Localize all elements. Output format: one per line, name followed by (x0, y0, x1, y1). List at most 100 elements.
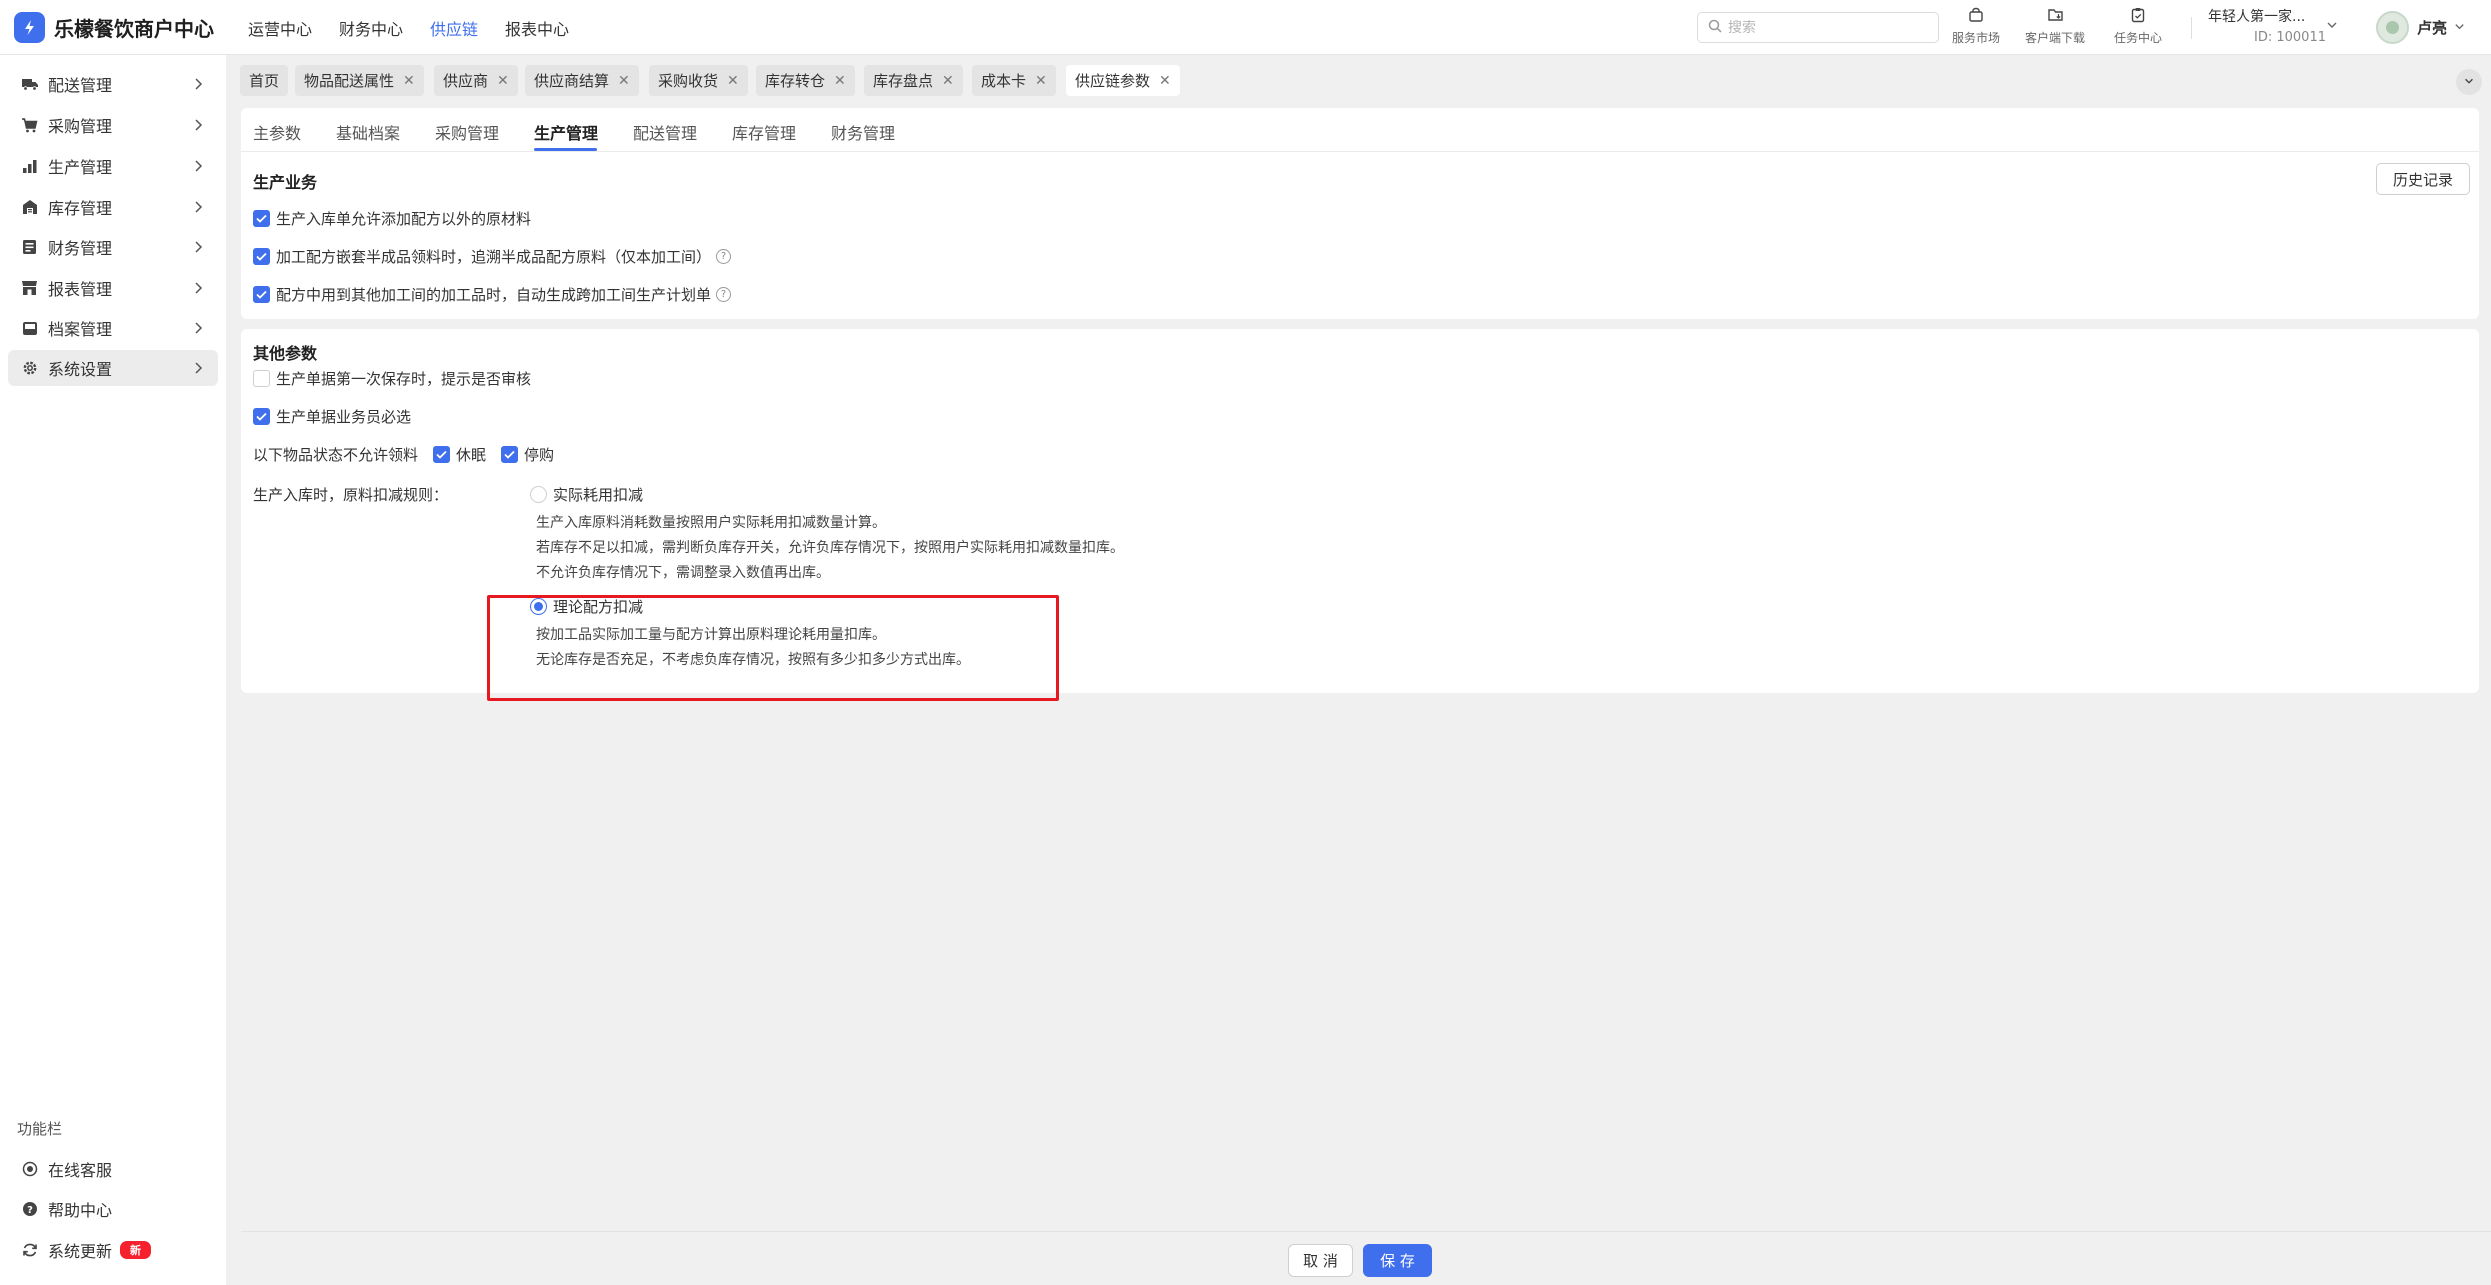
headset-icon (20, 1160, 39, 1179)
tab-item-delivery-attributes[interactable]: 物品配送属性 ✕ (295, 65, 424, 96)
rule-actual-consumption[interactable]: 实际耗用扣减 (530, 484, 643, 505)
tab-supplier[interactable]: 供应商 ✕ (434, 65, 518, 96)
save-button[interactable]: 保 存 (1363, 1244, 1432, 1277)
sidebar-item-label: 系统更新 (48, 1242, 113, 1261)
sidebar-item-system-update[interactable]: 系统更新 新 (8, 1232, 218, 1268)
option-prompt-audit[interactable]: 生产单据第一次保存时，提示是否审核 (253, 368, 531, 389)
chevron-right-icon (192, 199, 204, 218)
cancel-button[interactable]: 取 消 (1288, 1244, 1353, 1277)
search-input[interactable] (1728, 19, 1928, 36)
app-logo[interactable]: 乐檬餐饮商户中心 (14, 12, 214, 43)
user-name: 卢亮 (2417, 19, 2448, 37)
user-menu[interactable]: 卢亮 (2376, 11, 2466, 44)
subtab-main-params[interactable]: 主参数 (253, 120, 301, 144)
checkbox-checked[interactable] (253, 210, 270, 227)
sidebar-item-inventory[interactable]: 库存管理 (8, 189, 218, 225)
checkbox-checked[interactable] (253, 408, 270, 425)
sidebar-item-archives[interactable]: 档案管理 (8, 310, 218, 346)
chevron-down-icon (2453, 19, 2466, 37)
topnav-operations[interactable]: 运营中心 (248, 16, 312, 40)
function-bar-title: 功能栏 (17, 1120, 63, 1138)
close-icon[interactable]: ✕ (1159, 73, 1171, 89)
subtab-delivery[interactable]: 配送管理 (633, 120, 697, 144)
app-title: 乐檬餐饮商户中心 (54, 17, 214, 41)
chevron-right-icon (192, 360, 204, 379)
client-download-button[interactable]: 客户端下载 (2025, 7, 2085, 46)
sidebar-item-label: 配送管理 (48, 76, 113, 95)
sidebar-item-help-center[interactable]: ? 帮助中心 (8, 1191, 218, 1227)
close-icon[interactable]: ✕ (1035, 73, 1047, 89)
help-tooltip-icon[interactable]: ? (716, 249, 732, 264)
option-allow-extra-materials[interactable]: 生产入库单允许添加配方以外的原材料 (253, 208, 531, 229)
subtab-production[interactable]: 生产管理 (534, 120, 598, 144)
tab-supply-chain-params[interactable]: 供应链参数 ✕ (1066, 65, 1180, 96)
close-icon[interactable]: ✕ (834, 73, 846, 89)
sidebar-item-purchase[interactable]: 采购管理 (8, 107, 218, 143)
checkbox-checked[interactable] (253, 248, 270, 265)
sidebar-item-delivery[interactable]: 配送管理 (8, 66, 218, 102)
close-icon[interactable]: ✕ (403, 73, 415, 89)
tab-purchase-receipt[interactable]: 采购收货 ✕ (649, 65, 748, 96)
task-center-button[interactable]: 任务中心 (2114, 7, 2162, 46)
annotation-highlight-box (487, 595, 1059, 701)
history-button[interactable]: 历史记录 (2376, 163, 2470, 195)
status-stop-purchase-option[interactable]: 停购 (501, 444, 554, 465)
option-label: 加工配方嵌套半成品领料时，追溯半成品配方原料（仅本加工间） (276, 248, 712, 266)
tab-label: 库存盘点 (873, 72, 934, 90)
topnav-reports[interactable]: 报表中心 (505, 16, 569, 40)
sidebar-item-finance[interactable]: 财务管理 (8, 229, 218, 265)
option-label: 生产入库单允许添加配方以外的原材料 (276, 210, 532, 228)
checkbox-checked[interactable] (433, 446, 451, 463)
close-icon[interactable]: ✕ (497, 73, 509, 89)
description-line: 生产入库原料消耗数量按照用户实际耗用扣减数量计算。 (536, 515, 886, 531)
truck-icon (20, 75, 39, 94)
description-line: 不允许负库存情况下，需调整录入数值再出库。 (536, 565, 830, 581)
sidebar-item-online-service[interactable]: 在线客服 (8, 1151, 218, 1187)
tab-home[interactable]: 首页 (240, 65, 289, 96)
store-icon (20, 279, 39, 298)
checkbox-checked[interactable] (253, 286, 270, 303)
tab-supplier-settlement[interactable]: 供应商结算 ✕ (525, 65, 639, 96)
topnav-supply-chain[interactable]: 供应链 (430, 16, 478, 40)
tabs-collapse-button[interactable] (2456, 69, 2482, 95)
tab-stock-transfer[interactable]: 库存转仓 ✕ (756, 65, 855, 96)
option-require-salesperson[interactable]: 生产单据业务员必选 (253, 406, 411, 427)
subtab-purchase[interactable]: 采购管理 (435, 120, 499, 144)
chevron-down-icon[interactable] (2325, 18, 2339, 36)
service-market-button[interactable]: 服务市场 (1952, 7, 2000, 46)
clipboard-icon (2131, 7, 2145, 29)
sidebar-item-label: 帮助中心 (48, 1201, 113, 1220)
checkbox-unchecked[interactable] (253, 370, 270, 387)
close-icon[interactable]: ✕ (618, 73, 630, 89)
subtab-finance[interactable]: 财务管理 (831, 120, 895, 144)
task-center-label: 任务中心 (2114, 31, 2163, 45)
sidebar-item-settings[interactable]: 系统设置 (8, 350, 218, 386)
tab-label: 物品配送属性 (304, 72, 395, 90)
avatar (2376, 11, 2409, 44)
tab-label: 供应商结算 (534, 72, 610, 90)
checkbox-checked[interactable] (501, 446, 519, 463)
search-box[interactable] (1697, 12, 1939, 43)
sidebar-item-production[interactable]: 生产管理 (8, 148, 218, 184)
tab-stock-count[interactable]: 库存盘点 ✕ (864, 65, 963, 96)
close-icon[interactable]: ✕ (727, 73, 739, 89)
chevron-right-icon (192, 280, 204, 299)
tab-cost-card[interactable]: 成本卡 ✕ (972, 65, 1056, 96)
option-trace-semi-product[interactable]: 加工配方嵌套半成品领料时，追溯半成品配方原料（仅本加工间） ? (253, 246, 732, 267)
chevron-right-icon (192, 158, 204, 177)
option-item-status-block: 以下物品状态不允许领料 休眠 停购 (253, 444, 554, 465)
close-icon[interactable]: ✕ (942, 73, 954, 89)
sidebar-item-label: 在线客服 (48, 1161, 113, 1180)
help-icon: ? (20, 1200, 39, 1219)
topnav-finance[interactable]: 财务中心 (339, 16, 403, 40)
sidebar-item-reports[interactable]: 报表管理 (8, 270, 218, 306)
option-label: 生产单据第一次保存时，提示是否审核 (276, 370, 532, 388)
logo-icon (14, 12, 45, 43)
help-tooltip-icon[interactable]: ? (716, 287, 732, 302)
status-dormant-option[interactable]: 休眠 (433, 444, 486, 465)
subtab-inventory[interactable]: 库存管理 (732, 120, 796, 144)
radio-unselected[interactable] (530, 486, 547, 503)
option-auto-cross-plan[interactable]: 配方中用到其他加工间的加工品时，自动生成跨加工间生产计划单 ? (253, 284, 732, 305)
option-label: 休眠 (456, 446, 487, 464)
subtab-basic-archives[interactable]: 基础档案 (336, 120, 400, 144)
